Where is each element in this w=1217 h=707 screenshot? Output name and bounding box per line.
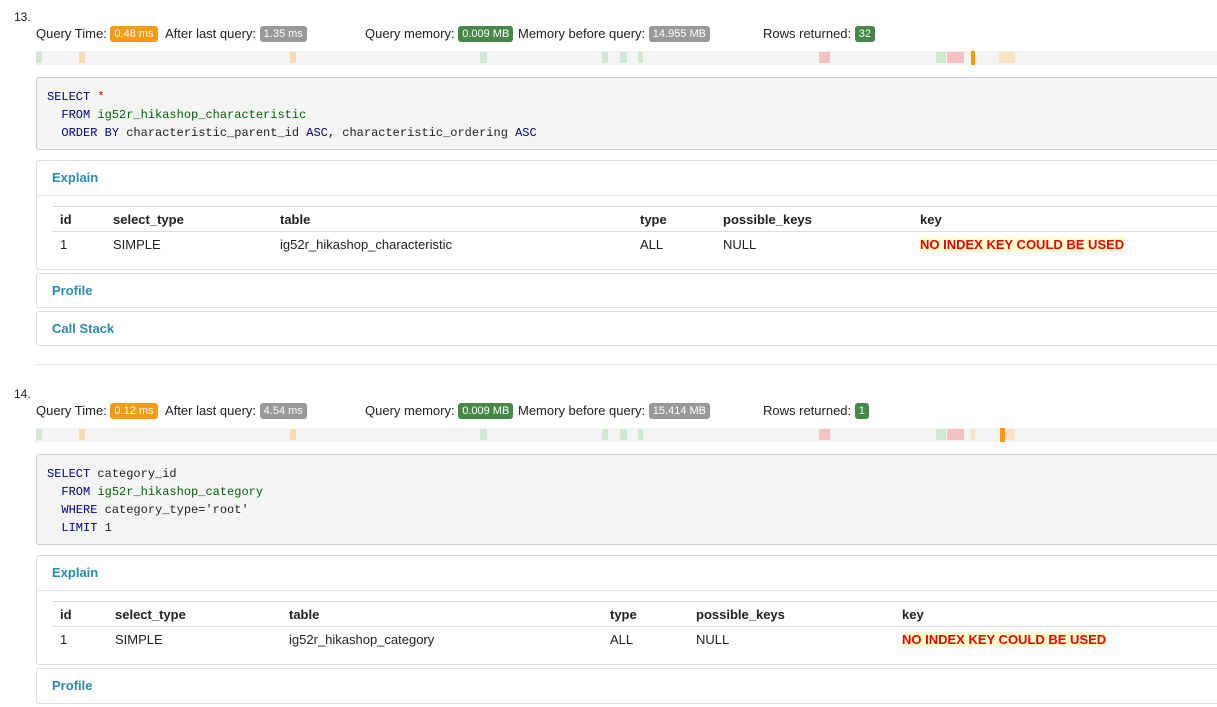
- query-time-badge: 0.48 ms: [110, 26, 158, 42]
- col-possible-keys: possible_keys: [688, 601, 894, 627]
- cell-id: 1: [60, 237, 68, 252]
- col-id: id: [52, 206, 105, 232]
- table-row: 1 SIMPLE ig52r_hikashop_characteristic A…: [52, 232, 1217, 258]
- cell-id: 1: [60, 632, 68, 647]
- col-possible-keys: possible_keys: [715, 206, 912, 232]
- cell-select-type: SIMPLE: [115, 632, 163, 647]
- explain-table: id select_type table type possible_keys …: [52, 206, 1217, 257]
- no-index-warning: NO INDEX KEY COULD BE USED: [902, 632, 1107, 647]
- profile-toggle[interactable]: Profile: [37, 274, 1217, 308]
- query-time-label: Query Time:: [36, 403, 107, 418]
- cell-possible-keys: NULL: [696, 632, 730, 647]
- query-memory-label: Query memory:: [365, 403, 455, 418]
- col-select-type: select_type: [105, 206, 272, 232]
- explain-toggle[interactable]: Explain: [37, 161, 1217, 195]
- no-index-warning: NO INDEX KEY COULD BE USED: [920, 237, 1125, 252]
- memory-before-badge: 14.955 MB: [648, 26, 710, 42]
- profile-toggle[interactable]: Profile: [37, 669, 1217, 703]
- explain-panel: Explain id select_type table type possib…: [36, 555, 1217, 665]
- query-number: 13.: [14, 10, 31, 24]
- cell-type: ALL: [640, 237, 664, 252]
- col-id: id: [52, 601, 107, 627]
- memory-before-badge: 15.414 MB: [648, 403, 710, 419]
- table-row: 1 SIMPLE ig52r_hikashop_category ALL NUL…: [52, 627, 1217, 653]
- cell-type: ALL: [610, 632, 634, 647]
- callstack-toggle[interactable]: Call Stack: [37, 312, 1217, 346]
- query-time-badge: 0.12 ms: [110, 403, 158, 419]
- query-timeline: [36, 428, 1217, 442]
- cell-key: NO INDEX KEY COULD BE USED: [912, 232, 1217, 258]
- after-last-badge: 4.54 ms: [259, 403, 307, 419]
- rows-returned-label: Rows returned:: [763, 26, 852, 41]
- sql-code: SELECT * FROM ig52r_hikashop_characteris…: [36, 77, 1217, 150]
- query-number: 14.: [14, 387, 31, 401]
- cell-key: NO INDEX KEY COULD BE USED: [894, 627, 1217, 653]
- query-memory-badge: 0.009 MB: [458, 403, 514, 419]
- explain-panel: Explain id select_type table type possib…: [36, 160, 1217, 270]
- col-key: key: [912, 206, 1217, 232]
- table-header-row: id select_type table type possible_keys …: [52, 206, 1217, 232]
- col-table: table: [272, 206, 632, 232]
- rows-returned-label: Rows returned:: [763, 403, 852, 418]
- after-last-badge: 1.35 ms: [259, 26, 307, 42]
- cell-table: ig52r_hikashop_characteristic: [280, 237, 452, 252]
- explain-toggle[interactable]: Explain: [37, 556, 1217, 590]
- after-last-label: After last query:: [165, 26, 257, 41]
- query-divider: [36, 364, 1217, 365]
- col-key: key: [894, 601, 1217, 627]
- cell-table: ig52r_hikashop_category: [289, 632, 435, 647]
- col-type: type: [602, 601, 688, 627]
- query-memory-label: Query memory:: [365, 26, 455, 41]
- col-select-type: select_type: [107, 601, 281, 627]
- cell-select-type: SIMPLE: [113, 237, 161, 252]
- explain-table: id select_type table type possible_keys …: [52, 601, 1217, 652]
- col-table: table: [281, 601, 602, 627]
- query-memory-badge: 0.009 MB: [458, 26, 514, 42]
- sql-code: SELECT category_id FROM ig52r_hikashop_c…: [36, 454, 1217, 545]
- memory-before-label: Memory before query:: [518, 403, 646, 418]
- query-time-label: Query Time:: [36, 26, 107, 41]
- profile-panel: Profile: [36, 273, 1217, 308]
- profile-panel: Profile: [36, 668, 1217, 704]
- rows-returned-badge: 32: [854, 26, 876, 42]
- rows-returned-badge: 1: [854, 403, 869, 419]
- table-header-row: id select_type table type possible_keys …: [52, 601, 1217, 627]
- after-last-label: After last query:: [165, 403, 257, 418]
- query-timeline: [36, 51, 1217, 65]
- cell-possible-keys: NULL: [723, 237, 757, 252]
- memory-before-label: Memory before query:: [518, 26, 646, 41]
- callstack-panel: Call Stack: [36, 311, 1217, 346]
- col-type: type: [632, 206, 715, 232]
